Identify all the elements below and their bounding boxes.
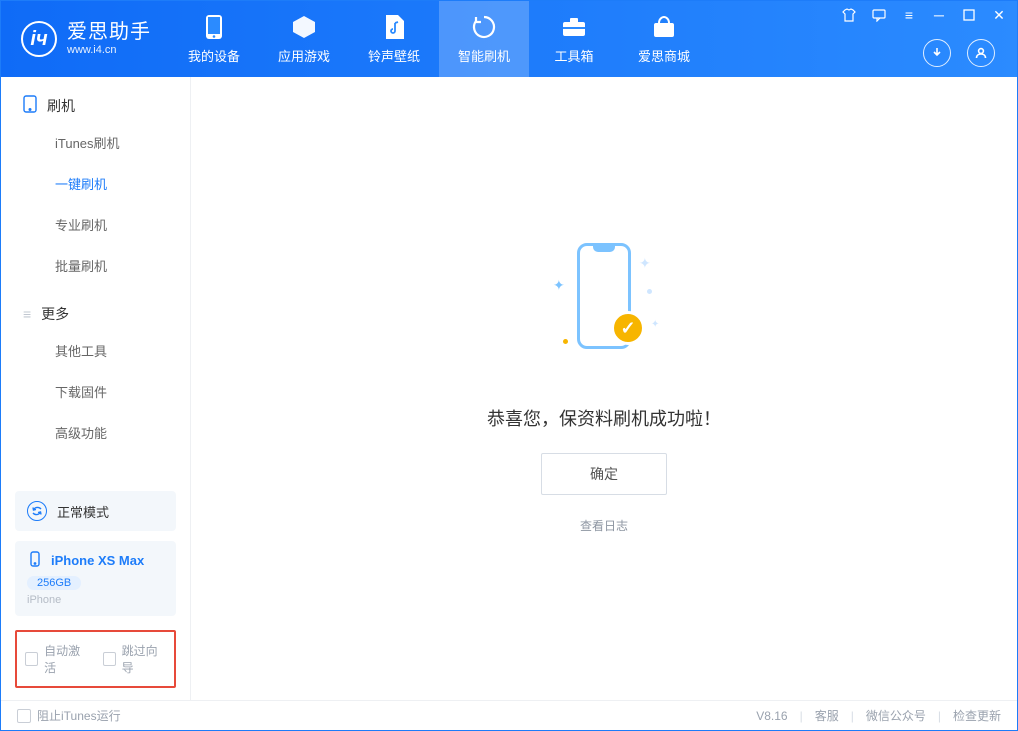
app-logo: iч 爱思助手 www.i4.cn [1,1,169,77]
sidebar-item-oneclick-flash[interactable]: 一键刷机 [1,163,190,204]
nav-tabs: 我的设备 应用游戏 铃声壁纸 智能刷机 工具箱 爱思商城 [169,1,709,77]
tab-apps-games[interactable]: 应用游戏 [259,1,349,77]
device-type: iPhone [27,594,164,606]
dot-icon [647,289,652,294]
device-mode-label: 正常模式 [57,502,109,521]
tab-store[interactable]: 爱思商城 [619,1,709,77]
tab-smart-flash[interactable]: 智能刷机 [439,1,529,77]
sidebar-group-flash: 刷机 [1,77,190,122]
checkbox-skip-guide[interactable]: 跳过向导 [103,642,167,676]
sidebar-item-advanced[interactable]: 高级功能 [1,412,190,453]
success-illustration: ✦ ✦ ✦ ✓ [549,243,659,383]
main-content: ✦ ✦ ✦ ✓ 恭喜您，保资料刷机成功啦！ 确定 查看日志 [191,77,1017,700]
header: iч 爱思助手 www.i4.cn 我的设备 应用游戏 铃声壁纸 智能刷机 [1,1,1017,77]
flash-options-row: 自动激活 跳过向导 [15,630,176,688]
body: 刷机 iTunes刷机 一键刷机 专业刷机 批量刷机 ≡ 更多 其他工具 下载固… [1,77,1017,700]
app-window: iч 爱思助手 www.i4.cn 我的设备 应用游戏 铃声壁纸 智能刷机 [0,0,1018,731]
check-badge-icon: ✓ [611,311,645,345]
sparkle-icon: ✦ [639,255,651,272]
menu-icon[interactable]: ≡ [901,7,917,23]
footer: 阻止iTunes运行 V8.16 | 客服 | 微信公众号 | 检查更新 [1,700,1017,730]
dot-icon [563,339,568,344]
checkbox-block-itunes[interactable]: 阻止iTunes运行 [17,707,121,724]
app-title: 爱思助手 [67,20,151,44]
footer-link-update[interactable]: 检查更新 [953,707,1001,724]
device-capacity: 256GB [27,576,81,590]
refresh-shield-icon [471,14,497,40]
version-label: V8.16 [756,709,787,723]
cube-icon [291,14,317,40]
view-log-link[interactable]: 查看日志 [580,517,628,534]
sidebar-item-download-firmware[interactable]: 下载固件 [1,371,190,412]
app-subtitle: www.i4.cn [67,44,151,57]
sidebar: 刷机 iTunes刷机 一键刷机 专业刷机 批量刷机 ≡ 更多 其他工具 下载固… [1,77,191,700]
sync-icon [27,501,47,521]
window-controls: ≡ ─ ✕ [841,7,1007,23]
device-mode-box[interactable]: 正常模式 [15,491,176,531]
tab-toolbox[interactable]: 工具箱 [529,1,619,77]
list-icon: ≡ [23,306,31,322]
feedback-icon[interactable] [871,7,887,23]
close-icon[interactable]: ✕ [991,7,1007,23]
store-icon [651,14,677,40]
sidebar-group-more: ≡ 更多 [1,286,190,330]
minimize-icon[interactable]: ─ [931,7,947,23]
device-icon [27,551,43,570]
toolbox-icon [561,14,587,40]
sidebar-item-itunes-flash[interactable]: iTunes刷机 [1,122,190,163]
phone-outline-icon [23,95,37,116]
header-actions [923,39,995,67]
tab-my-device[interactable]: 我的设备 [169,1,259,77]
sidebar-item-pro-flash[interactable]: 专业刷机 [1,204,190,245]
checkbox-auto-activate[interactable]: 自动激活 [25,642,89,676]
success-message: 恭喜您，保资料刷机成功啦！ [487,405,721,431]
user-button[interactable] [967,39,995,67]
sparkle-icon: ✦ [651,319,659,330]
maximize-icon[interactable] [961,7,977,23]
music-file-icon [381,14,407,40]
sidebar-item-batch-flash[interactable]: 批量刷机 [1,245,190,286]
device-name: iPhone XS Max [51,553,144,568]
download-button[interactable] [923,39,951,67]
device-info-box[interactable]: iPhone XS Max 256GB iPhone [15,541,176,616]
footer-link-wechat[interactable]: 微信公众号 [866,707,926,724]
tab-ringtones-wallpapers[interactable]: 铃声壁纸 [349,1,439,77]
tshirt-icon[interactable] [841,7,857,23]
sparkle-icon: ✦ [553,277,565,294]
logo-icon: iч [21,21,57,57]
sidebar-item-other-tools[interactable]: 其他工具 [1,330,190,371]
ok-button[interactable]: 确定 [541,453,667,495]
footer-link-service[interactable]: 客服 [815,707,839,724]
phone-icon [201,14,227,40]
